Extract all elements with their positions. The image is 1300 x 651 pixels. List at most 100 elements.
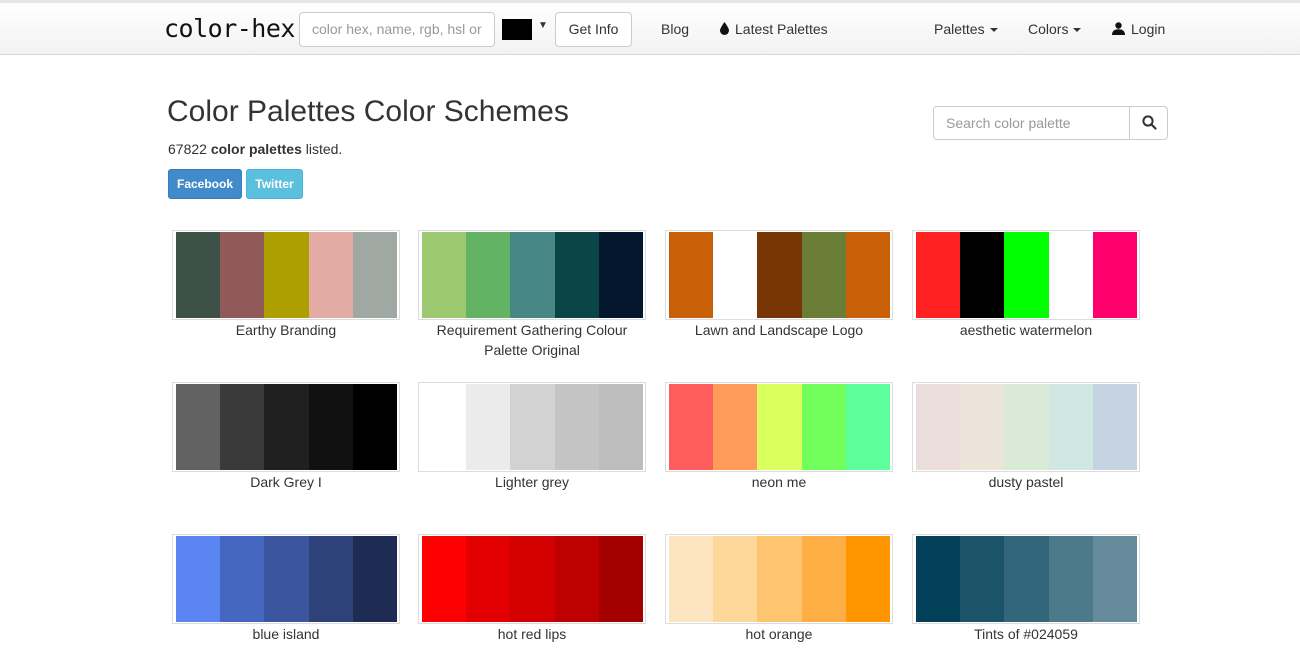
palette-swatch[interactable] xyxy=(466,384,511,470)
palette-card[interactable]: neon me xyxy=(665,382,893,492)
twitter-share-button[interactable]: Twitter xyxy=(246,169,303,199)
palette-name[interactable]: Lighter grey xyxy=(418,472,646,492)
palette-swatch[interactable] xyxy=(960,232,1005,318)
nav-login-link[interactable]: Login xyxy=(1112,21,1165,37)
palette-swatch[interactable] xyxy=(1048,232,1093,318)
palette-swatch[interactable] xyxy=(308,536,353,622)
palette-name[interactable]: aesthetic watermelon xyxy=(912,320,1140,340)
palette-swatch[interactable] xyxy=(801,384,846,470)
palette-card[interactable]: Tints of #024059 xyxy=(912,534,1140,644)
color-search-input[interactable]: color hex, name, rgb, hsl or xyxy=(299,12,495,47)
palette-swatch[interactable] xyxy=(352,384,398,470)
palette-swatch[interactable] xyxy=(916,232,961,318)
palette-card[interactable]: Earthy Branding xyxy=(172,230,400,340)
palette-swatches[interactable] xyxy=(418,382,646,472)
palette-swatch[interactable] xyxy=(845,232,891,318)
palette-card[interactable]: hot orange xyxy=(665,534,893,644)
color-picker[interactable]: ▼ xyxy=(498,12,550,47)
palette-name[interactable]: Lawn and Landscape Logo xyxy=(665,320,893,340)
palette-swatch[interactable] xyxy=(466,536,511,622)
palette-search-input[interactable]: Search color palette xyxy=(934,107,1129,139)
palette-swatch[interactable] xyxy=(352,232,398,318)
palette-swatch[interactable] xyxy=(598,232,644,318)
palette-swatch[interactable] xyxy=(176,384,221,470)
palette-name[interactable]: Tints of #024059 xyxy=(912,624,1140,644)
palette-swatch[interactable] xyxy=(713,232,758,318)
palette-swatch[interactable] xyxy=(669,536,714,622)
palette-swatches[interactable] xyxy=(172,534,400,624)
palette-card[interactable]: aesthetic watermelon xyxy=(912,230,1140,340)
palette-card[interactable]: Lawn and Landscape Logo xyxy=(665,230,893,340)
palette-name[interactable]: Requirement Gathering Colour Palette Ori… xyxy=(418,320,646,360)
palette-swatch[interactable] xyxy=(422,232,467,318)
palette-card[interactable]: Lighter grey xyxy=(418,382,646,492)
palette-swatch[interactable] xyxy=(554,384,599,470)
palette-swatch[interactable] xyxy=(220,536,265,622)
palette-swatch[interactable] xyxy=(1004,232,1049,318)
palette-name[interactable]: hot orange xyxy=(665,624,893,644)
palette-swatches[interactable] xyxy=(912,382,1140,472)
palette-card[interactable]: blue island xyxy=(172,534,400,644)
palette-swatch[interactable] xyxy=(176,232,221,318)
facebook-share-button[interactable]: Facebook xyxy=(168,169,242,199)
palette-swatches[interactable] xyxy=(172,230,400,320)
palette-card[interactable]: Dark Grey I xyxy=(172,382,400,492)
palette-swatch[interactable] xyxy=(510,536,555,622)
palette-swatch[interactable] xyxy=(422,384,467,470)
palette-card[interactable]: hot red lips xyxy=(418,534,646,644)
palette-swatch[interactable] xyxy=(960,536,1005,622)
palette-swatch[interactable] xyxy=(801,536,846,622)
palette-swatches[interactable] xyxy=(912,230,1140,320)
palette-swatch[interactable] xyxy=(308,384,353,470)
palette-swatch[interactable] xyxy=(264,232,309,318)
palette-swatches[interactable] xyxy=(665,230,893,320)
palette-swatch[interactable] xyxy=(554,232,599,318)
palette-swatches[interactable] xyxy=(172,382,400,472)
palette-swatch[interactable] xyxy=(916,384,961,470)
palette-swatches[interactable] xyxy=(418,230,646,320)
palette-swatch[interactable] xyxy=(264,536,309,622)
palette-swatch[interactable] xyxy=(713,384,758,470)
palette-swatch[interactable] xyxy=(669,232,714,318)
palette-swatch[interactable] xyxy=(845,384,891,470)
palette-swatches[interactable] xyxy=(418,534,646,624)
nav-latest-palettes-link[interactable]: Latest Palettes xyxy=(720,21,828,37)
palette-swatches[interactable] xyxy=(665,382,893,472)
palette-swatch[interactable] xyxy=(220,232,265,318)
nav-palettes-dropdown[interactable]: Palettes xyxy=(934,21,998,37)
palette-swatch[interactable] xyxy=(510,384,555,470)
palette-swatch[interactable] xyxy=(669,384,714,470)
palette-swatch[interactable] xyxy=(1092,384,1138,470)
palette-swatch[interactable] xyxy=(1048,384,1093,470)
palette-card[interactable]: Requirement Gathering Colour Palette Ori… xyxy=(418,230,646,360)
palette-swatch[interactable] xyxy=(308,232,353,318)
palette-swatches[interactable] xyxy=(665,534,893,624)
palette-swatch[interactable] xyxy=(916,536,961,622)
palette-name[interactable]: dusty pastel xyxy=(912,472,1140,492)
palette-swatch[interactable] xyxy=(1004,536,1049,622)
palette-name[interactable]: blue island xyxy=(172,624,400,644)
palette-swatch[interactable] xyxy=(466,232,511,318)
palette-name[interactable]: neon me xyxy=(665,472,893,492)
brand-logo[interactable]: color-hex xyxy=(164,14,295,43)
palette-swatch[interactable] xyxy=(598,536,644,622)
palette-swatch[interactable] xyxy=(1048,536,1093,622)
palette-swatch[interactable] xyxy=(960,384,1005,470)
palette-swatches[interactable] xyxy=(912,534,1140,624)
palette-swatch[interactable] xyxy=(176,536,221,622)
nav-blog-link[interactable]: Blog xyxy=(661,21,689,37)
palette-swatch[interactable] xyxy=(554,536,599,622)
palette-swatch[interactable] xyxy=(352,536,398,622)
palette-name[interactable]: Earthy Branding xyxy=(172,320,400,340)
palette-search-button[interactable] xyxy=(1129,106,1169,140)
palette-swatch[interactable] xyxy=(1092,536,1138,622)
palette-swatch[interactable] xyxy=(264,384,309,470)
palette-swatch[interactable] xyxy=(1092,232,1138,318)
palette-swatch[interactable] xyxy=(757,536,802,622)
palette-swatch[interactable] xyxy=(220,384,265,470)
palette-swatch[interactable] xyxy=(510,232,555,318)
nav-colors-dropdown[interactable]: Colors xyxy=(1028,21,1082,37)
palette-swatch[interactable] xyxy=(757,384,802,470)
get-info-button[interactable]: Get Info xyxy=(555,12,632,47)
palette-swatch[interactable] xyxy=(757,232,802,318)
